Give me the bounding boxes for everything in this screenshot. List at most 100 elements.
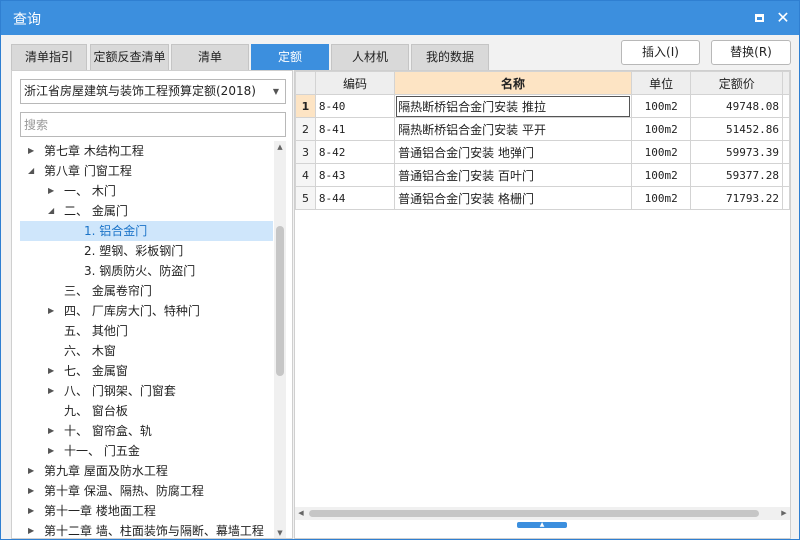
title-bar[interactable]: 查询 ✕ [1, 1, 799, 35]
scroll-left-icon[interactable]: ◀ [295, 507, 307, 520]
cell-unit[interactable]: 100m2 [630, 117, 692, 141]
tab-labor-material[interactable]: 人材机 [331, 44, 409, 70]
tree-item-label: 五、 其他门 [64, 324, 128, 338]
tree-item[interactable]: 六、 木窗 [20, 341, 273, 361]
quota-tree-panel: 浙江省房屋建筑与装饰工程预算定额(2018) ▼ ▶ 第七章 木结构工程 ◢ 第八章 … [11, 70, 293, 539]
cell-code[interactable]: 8-42 [314, 140, 396, 164]
cell-price[interactable]: 59377.28 [690, 163, 783, 187]
cell-spacer [781, 163, 790, 187]
scroll-down-icon[interactable]: ▼ [274, 527, 286, 538]
cell-unit[interactable]: 100m2 [630, 163, 692, 187]
replace-button[interactable]: 替换(R) [711, 40, 791, 65]
maximize-button[interactable] [749, 8, 769, 28]
table-row[interactable]: 3 8-42 普通铝合金门安装 地弹门 100m2 59973.39 [295, 140, 790, 164]
tree-item[interactable]: 九、 窗台板 [20, 401, 273, 421]
collapse-arrow-icon[interactable]: ▶ [28, 481, 38, 501]
expand-arrow-icon[interactable]: ◢ [48, 201, 58, 221]
tab-my-data[interactable]: 我的数据 [411, 44, 489, 70]
tree-item[interactable]: ▶ 十、 窗帘盒、轨 [20, 421, 273, 441]
search-input[interactable] [20, 112, 286, 137]
collapse-arrow-icon[interactable]: ▶ [28, 141, 38, 161]
cell-name[interactable]: 普通铝合金门安装 格栅门 [394, 186, 632, 210]
header-price[interactable]: 定额价 [690, 71, 783, 95]
cell-name[interactable]: 普通铝合金门安装 百叶门 [394, 163, 632, 187]
tab-quota[interactable]: 定额 [251, 44, 329, 70]
grid-horizontal-scrollbar[interactable]: ◀ ▶ [295, 507, 790, 520]
tree-item[interactable]: 2. 塑钢、彩板钢门 [20, 241, 273, 261]
tree-item[interactable]: 3. 钢质防火、防盗门 [20, 261, 273, 281]
panel-expand-handle[interactable]: ▲ [517, 522, 567, 528]
tree-item[interactable]: ▶ 第九章 屋面及防水工程 [20, 461, 273, 481]
header-unit[interactable]: 单位 [630, 71, 692, 95]
scroll-up-icon[interactable]: ▲ [274, 141, 286, 153]
row-number: 1 [295, 94, 316, 118]
tree-item-label: 三、 金属卷帘门 [64, 284, 152, 298]
tree-item-label: 八、 门钢架、门窗套 [64, 384, 176, 398]
window-title: 查询 [13, 12, 41, 28]
header-spacer [781, 71, 790, 95]
tab-quota-reverse[interactable]: 定额反查清单 [90, 44, 169, 70]
tree-item[interactable]: ◢ 第八章 门窗工程 [20, 161, 273, 181]
collapse-arrow-icon[interactable]: ▶ [48, 421, 58, 441]
cell-spacer [781, 94, 790, 118]
tree-item[interactable]: ▶ 第十一章 楼地面工程 [20, 501, 273, 521]
tree-item[interactable]: ▶ 一、 木门 [20, 181, 273, 201]
cell-code[interactable]: 8-41 [314, 117, 396, 141]
collapse-arrow-icon[interactable]: ▶ [28, 461, 38, 481]
chevron-up-icon: ▲ [539, 521, 545, 528]
cell-name[interactable]: 隔热断桥铝合金门安装 平开 [394, 117, 632, 141]
tree-scrollbar[interactable]: ▲ ▼ [274, 141, 286, 538]
tree-item[interactable]: ▶ 第七章 木结构工程 [20, 141, 273, 161]
quota-library-select[interactable]: 浙江省房屋建筑与装饰工程预算定额(2018) ▼ [20, 79, 286, 104]
scrollbar-thumb[interactable] [309, 510, 759, 517]
table-row[interactable]: 1 8-40 隔热断桥铝合金门安装 推拉 100m2 49748.08 [295, 94, 790, 118]
cell-unit[interactable]: 100m2 [630, 94, 692, 118]
scroll-right-icon[interactable]: ▶ [778, 507, 790, 520]
cell-unit[interactable]: 100m2 [630, 140, 692, 164]
cell-unit[interactable]: 100m2 [630, 186, 692, 210]
cell-code[interactable]: 8-43 [314, 163, 396, 187]
tree-item[interactable]: ▶ 十一、 门五金 [20, 441, 273, 461]
chevron-down-icon: ▼ [272, 87, 279, 96]
cell-code[interactable]: 8-44 [314, 186, 396, 210]
cell-code[interactable]: 8-40 [314, 94, 396, 118]
collapse-arrow-icon[interactable]: ▶ [28, 501, 38, 521]
cell-name[interactable]: 普通铝合金门安装 地弹门 [394, 140, 632, 164]
tree-item[interactable]: 1. 铝合金门 [20, 221, 273, 241]
table-row[interactable]: 2 8-41 隔热断桥铝合金门安装 平开 100m2 51452.86 [295, 117, 790, 141]
cell-price[interactable]: 71793.22 [690, 186, 783, 210]
collapse-arrow-icon[interactable]: ▶ [28, 521, 38, 538]
tree-item[interactable]: ▶ 第十章 保温、隔热、防腐工程 [20, 481, 273, 501]
collapse-arrow-icon[interactable]: ▶ [48, 381, 58, 401]
collapse-arrow-icon[interactable]: ▶ [48, 441, 58, 461]
header-code[interactable]: 编码 [314, 71, 396, 95]
collapse-arrow-icon[interactable]: ▶ [48, 301, 58, 321]
row-number: 3 [295, 140, 316, 164]
cell-price[interactable]: 51452.86 [690, 117, 783, 141]
tree-item-label: 九、 窗台板 [64, 404, 128, 418]
table-row[interactable]: 5 8-44 普通铝合金门安装 格栅门 100m2 71793.22 [295, 186, 790, 210]
tab-list[interactable]: 清单 [171, 44, 249, 70]
insert-button[interactable]: 插入(I) [621, 40, 700, 65]
close-button[interactable]: ✕ [773, 8, 793, 28]
tree-item[interactable]: ▶ 第十二章 墙、柱面装饰与隔断、幕墙工程 [20, 521, 273, 538]
scrollbar-thumb[interactable] [276, 226, 284, 376]
tree-item[interactable]: ▶ 八、 门钢架、门窗套 [20, 381, 273, 401]
expand-arrow-icon[interactable]: ◢ [28, 161, 38, 181]
tab-list-guide[interactable]: 清单指引 [11, 44, 87, 70]
cell-price[interactable]: 49748.08 [690, 94, 783, 118]
tree-item-label: 二、 金属门 [64, 204, 128, 218]
tree-item[interactable]: 三、 金属卷帘门 [20, 281, 273, 301]
tree-item[interactable]: 五、 其他门 [20, 321, 273, 341]
cell-spacer [781, 186, 790, 210]
table-row[interactable]: 4 8-43 普通铝合金门安装 百叶门 100m2 59377.28 [295, 163, 790, 187]
collapse-arrow-icon[interactable]: ▶ [48, 361, 58, 381]
header-name[interactable]: 名称 [394, 71, 632, 95]
tree-item[interactable]: ▶ 四、 厂库房大门、特种门 [20, 301, 273, 321]
tree-item-label: 第八章 门窗工程 [44, 164, 132, 178]
collapse-arrow-icon[interactable]: ▶ [48, 181, 58, 201]
cell-name[interactable]: 隔热断桥铝合金门安装 推拉 [394, 94, 632, 118]
tree-item[interactable]: ◢ 二、 金属门 [20, 201, 273, 221]
cell-price[interactable]: 59973.39 [690, 140, 783, 164]
tree-item[interactable]: ▶ 七、 金属窗 [20, 361, 273, 381]
